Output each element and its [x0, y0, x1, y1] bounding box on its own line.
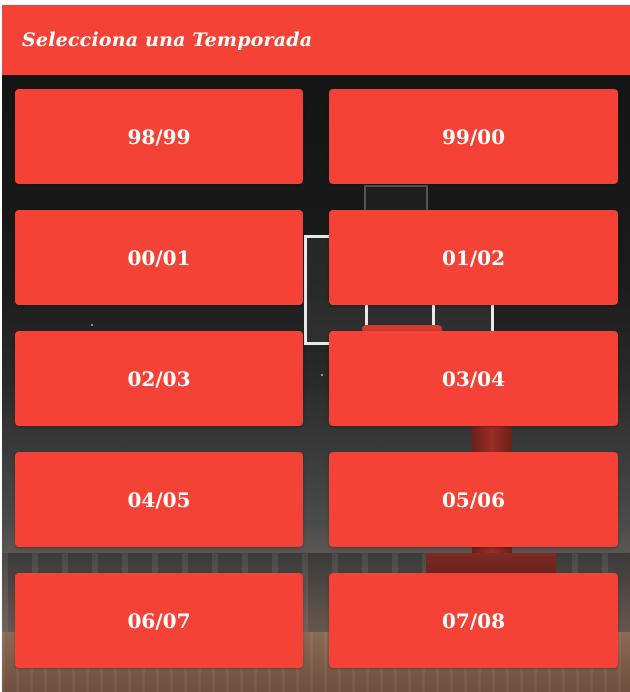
page-title: Selecciona una Temporada [22, 29, 313, 51]
season-grid: 98/99 99/00 00/01 01/02 02/03 03/04 04/0… [15, 89, 618, 668]
app-screen: Selecciona una Temporada 98/99 99/00 00/… [2, 5, 630, 692]
app-header: Selecciona una Temporada [2, 5, 630, 75]
season-button-06-07[interactable]: 06/07 [15, 573, 303, 668]
season-button-04-05[interactable]: 04/05 [15, 452, 303, 547]
season-button-02-03[interactable]: 02/03 [15, 331, 303, 426]
season-button-00-01[interactable]: 00/01 [15, 210, 303, 305]
season-button-99-00[interactable]: 99/00 [329, 89, 618, 184]
season-button-98-99[interactable]: 98/99 [15, 89, 303, 184]
season-button-03-04[interactable]: 03/04 [329, 331, 618, 426]
season-button-07-08[interactable]: 07/08 [329, 573, 618, 668]
season-button-05-06[interactable]: 05/06 [329, 452, 618, 547]
season-button-01-02[interactable]: 01/02 [329, 210, 618, 305]
